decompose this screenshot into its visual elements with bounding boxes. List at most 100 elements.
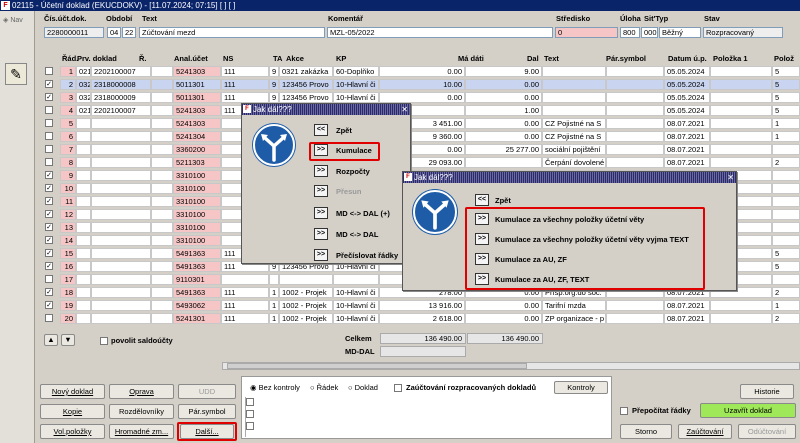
col-header-text[interactable]: Text <box>544 54 559 63</box>
pair-symbol-button[interactable]: Pár.symbol <box>178 404 236 419</box>
row-checkbox[interactable]: ✓ <box>45 223 53 231</box>
copy-button[interactable]: Kopie <box>40 404 105 419</box>
cell-t[interactable] <box>76 209 91 220</box>
dialog1-button-5[interactable]: >> <box>314 228 328 240</box>
cell-acc[interactable]: 5491363 <box>173 287 221 298</box>
dialog1-button-4[interactable]: >> <box>314 207 328 219</box>
cell-doc[interactable] <box>91 235 151 246</box>
col-header-account[interactable]: Anal.účet <box>174 54 208 63</box>
cell-p1[interactable] <box>710 79 772 90</box>
cell-p2[interactable] <box>772 274 800 285</box>
period-month-field[interactable]: 04 <box>107 27 121 38</box>
cell-dal[interactable]: 25 277.00 <box>465 144 542 155</box>
cell-md[interactable]: 0.00 <box>379 92 465 103</box>
cell-ns[interactable]: 111 <box>221 92 269 103</box>
cell-text[interactable] <box>542 92 606 103</box>
cell-r[interactable] <box>151 261 173 272</box>
row-checkbox[interactable] <box>45 132 53 140</box>
cell-kp[interactable]: 10-Hlavní či <box>333 79 379 90</box>
row-checkbox[interactable] <box>45 106 53 114</box>
cell-ns[interactable]: 111 <box>221 66 269 77</box>
cell-r[interactable]: 12 <box>60 209 76 220</box>
row-checkbox[interactable]: ✓ <box>45 262 53 270</box>
new-document-button[interactable]: Nový doklad <box>40 384 105 399</box>
cell-md[interactable]: 2 618.00 <box>379 313 465 324</box>
grid-horizontal-scrollbar[interactable] <box>222 362 800 370</box>
cell-t[interactable] <box>76 131 91 142</box>
cell-t[interactable] <box>76 196 91 207</box>
cell-doc[interactable] <box>91 144 151 155</box>
cell-p1[interactable] <box>710 157 772 168</box>
cell-doc[interactable] <box>91 248 151 259</box>
col-header-source-doc[interactable]: Prv. doklad <box>77 54 117 63</box>
cell-r[interactable]: 14 <box>60 235 76 246</box>
row-checkbox[interactable]: ✓ <box>45 301 53 309</box>
cell-akce[interactable]: 1002 - Projek <box>279 300 333 311</box>
cell-ta[interactable]: 1 <box>269 300 279 311</box>
cell-text[interactable]: ZP organizace - p <box>542 313 606 324</box>
breakdowns-button[interactable]: Rozdělovníky <box>109 404 174 419</box>
cell-akce[interactable]: 0321 zakázka <box>279 66 333 77</box>
cell-dal[interactable]: 0.00 <box>465 313 542 324</box>
cell-t[interactable] <box>76 261 91 272</box>
cell-ta[interactable]: 9 <box>269 66 279 77</box>
cell-t[interactable] <box>76 170 91 181</box>
cell-r[interactable]: 6 <box>60 131 76 142</box>
cell-acc[interactable]: 5241301 <box>173 313 221 324</box>
cell-doc[interactable]: 2202100007 <box>91 105 151 116</box>
row-checkbox[interactable]: ✓ <box>45 80 53 88</box>
row-down-button[interactable]: ▼ <box>61 334 75 346</box>
cell-text[interactable] <box>542 66 606 77</box>
cell-r[interactable] <box>151 209 173 220</box>
cell-t[interactable] <box>76 118 91 129</box>
cell-par[interactable] <box>606 157 664 168</box>
cell-acc[interactable]: 3310100 <box>173 196 221 207</box>
cell-text[interactable] <box>542 105 606 116</box>
cell-akce[interactable]: 1002 - Projek <box>279 287 333 298</box>
cell-text[interactable]: Čerpání dovolené <box>542 157 606 168</box>
type-code-field[interactable]: 000 <box>641 27 658 38</box>
udd-button[interactable]: UDD <box>178 384 236 399</box>
col-header-credit[interactable]: Dal <box>527 54 539 63</box>
cell-doc[interactable] <box>91 157 151 168</box>
cell-r[interactable]: 3 <box>60 92 76 103</box>
row-up-button[interactable]: ▲ <box>44 334 58 346</box>
cell-p2[interactable]: 1 <box>772 300 800 311</box>
cell-kp[interactable]: 10-Hlavní či <box>333 92 379 103</box>
cell-r[interactable] <box>151 79 173 90</box>
cell-acc[interactable]: 3310100 <box>173 235 221 246</box>
cell-p2[interactable]: 5 <box>772 66 800 77</box>
cell-t[interactable] <box>76 300 91 311</box>
document-radio[interactable]: ○ Doklad <box>348 383 378 392</box>
cell-doc[interactable] <box>91 183 151 194</box>
doc-number-field[interactable]: 2280000011 <box>44 27 104 38</box>
cell-doc[interactable] <box>91 313 151 324</box>
cell-acc[interactable]: 3310100 <box>173 222 221 233</box>
cell-acc[interactable]: 5241303 <box>173 66 221 77</box>
row-checkbox[interactable]: ✓ <box>45 249 53 257</box>
cell-ta[interactable]: 9 <box>269 92 279 103</box>
cell-p2[interactable]: 5 <box>772 105 800 116</box>
cell-p2[interactable] <box>772 144 800 155</box>
cell-md[interactable]: 10.00 <box>379 79 465 90</box>
cell-akce[interactable]: 1002 - Projek <box>279 313 333 324</box>
cell-doc[interactable]: 2202100007 <box>91 66 151 77</box>
cell-p1[interactable] <box>710 118 772 129</box>
cell-text[interactable]: CZ Pojistné na S <box>542 118 606 129</box>
row-checkbox[interactable] <box>45 119 53 127</box>
cell-r[interactable] <box>151 183 173 194</box>
table-row[interactable]: ✓ 2 032 2318000008 5011301 111 9 123456 Provo 10… <box>40 79 800 90</box>
cell-r[interactable] <box>151 118 173 129</box>
cell-par[interactable] <box>606 79 664 90</box>
cell-dal[interactable]: 0.00 <box>465 300 542 311</box>
cell-date[interactable]: 08.07.2021 <box>664 131 710 142</box>
cell-doc[interactable] <box>91 118 151 129</box>
table-row[interactable]: 20 5241301 111 1 1002 - Projek 10-Hlavní či 2 … <box>40 313 800 324</box>
cell-r[interactable]: 8 <box>60 157 76 168</box>
cell-t[interactable] <box>76 274 91 285</box>
history-button[interactable]: Historie <box>740 384 794 399</box>
cell-t[interactable] <box>76 157 91 168</box>
dialog1-button-3[interactable]: >> <box>314 185 328 197</box>
cell-ns[interactable]: 111 <box>221 287 269 298</box>
table-row[interactable]: 1 021 2202100007 5241303 111 9 0321 zakázka 60-… <box>40 66 800 77</box>
